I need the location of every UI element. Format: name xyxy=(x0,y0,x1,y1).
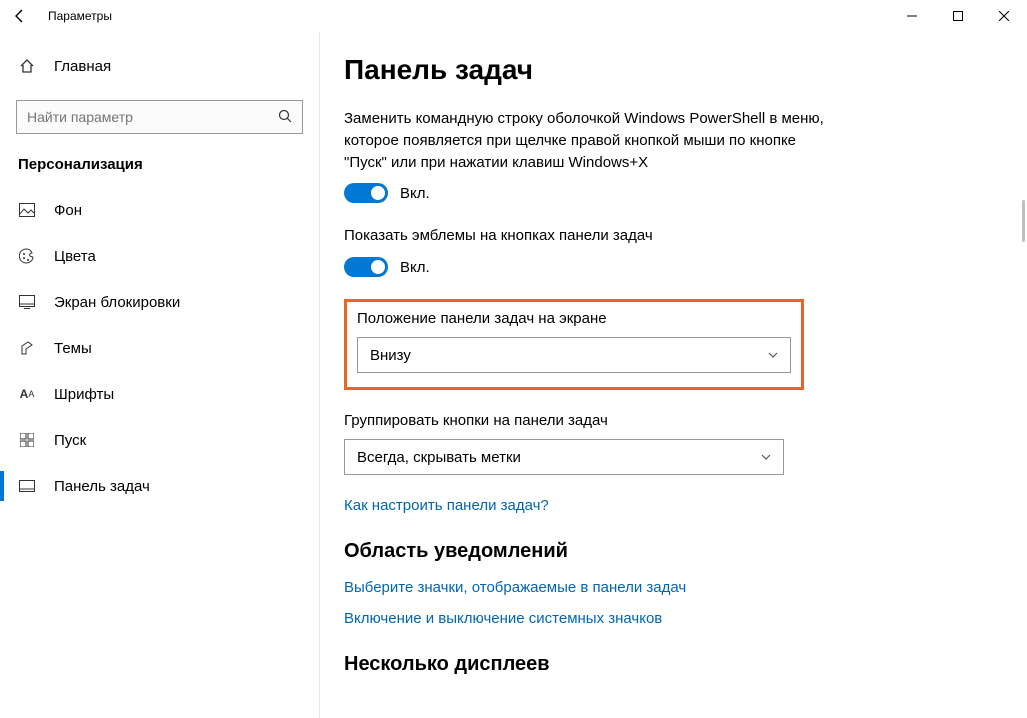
section-title: Персонализация xyxy=(0,152,319,187)
fonts-icon: AA xyxy=(18,387,36,401)
dropdown-label: Положение панели задач на экране xyxy=(357,310,791,327)
dropdown-value: Всегда, скрывать метки xyxy=(357,449,521,466)
page-title: Панель задач xyxy=(344,54,1003,86)
sidebar-item-colors[interactable]: Цвета xyxy=(0,233,319,279)
subheading-notification-area: Область уведомлений xyxy=(344,540,1003,563)
toggle-badges[interactable] xyxy=(344,257,388,277)
chevron-down-icon xyxy=(761,451,771,463)
sidebar-item-label: Экран блокировки xyxy=(54,294,180,311)
palette-icon xyxy=(18,248,36,264)
dropdown-value: Внизу xyxy=(370,347,411,364)
highlighted-setting: Положение панели задач на экране Внизу xyxy=(344,299,804,390)
minimize-button[interactable] xyxy=(889,0,935,32)
dropdown-taskbar-position[interactable]: Внизу xyxy=(357,337,791,373)
sidebar-item-label: Пуск xyxy=(54,432,86,449)
link-system-icons[interactable]: Включение и выключение системных значков xyxy=(344,610,1003,627)
sidebar-item-lockscreen[interactable]: Экран блокировки xyxy=(0,279,319,325)
sidebar-item-fonts[interactable]: AA Шрифты xyxy=(0,371,319,417)
start-icon xyxy=(18,433,36,447)
picture-icon xyxy=(18,203,36,217)
taskbar-icon xyxy=(18,480,36,492)
sidebar-item-label: Цвета xyxy=(54,248,96,265)
arrow-left-icon xyxy=(12,8,28,24)
main-content: Панель задач Заменить командную строку о… xyxy=(320,32,1027,718)
sidebar-item-label: Фон xyxy=(54,202,82,219)
toggle-powershell[interactable] xyxy=(344,183,388,203)
toggle-state-label: Вкл. xyxy=(400,259,430,276)
search-box[interactable] xyxy=(16,100,303,134)
link-select-icons[interactable]: Выберите значки, отображаемые в панели з… xyxy=(344,579,1003,596)
toggle-state-label: Вкл. xyxy=(400,185,430,202)
maximize-icon xyxy=(953,11,963,21)
help-link[interactable]: Как настроить панели задач? xyxy=(344,497,1003,514)
sidebar-item-label: Шрифты xyxy=(54,386,114,403)
title-bar: Параметры xyxy=(0,0,1027,32)
minimize-icon xyxy=(907,11,917,21)
sidebar-item-label: Панель задач xyxy=(54,478,150,495)
sidebar-item-background[interactable]: Фон xyxy=(0,187,319,233)
sidebar-item-label: Темы xyxy=(54,340,92,357)
dropdown-group-buttons[interactable]: Всегда, скрывать метки xyxy=(344,439,784,475)
dropdown-label: Группировать кнопки на панели задач xyxy=(344,412,824,429)
close-button[interactable] xyxy=(981,0,1027,32)
subheading-multiple-displays: Несколько дисплеев xyxy=(344,653,1003,676)
scrollbar-thumb[interactable] xyxy=(1022,200,1025,242)
sidebar-item-themes[interactable]: Темы xyxy=(0,325,319,371)
setting-group-buttons: Группировать кнопки на панели задач Всег… xyxy=(344,412,824,475)
window-title: Параметры xyxy=(40,9,112,23)
search-icon xyxy=(278,109,292,126)
setting-powershell: Заменить командную строку оболочкой Wind… xyxy=(344,108,824,203)
close-icon xyxy=(999,11,1009,21)
sidebar: Главная Персонализация Фон Цвета Экран б… xyxy=(0,32,320,718)
setting-badges: Показать эмблемы на кнопках панели задач… xyxy=(344,225,824,277)
back-button[interactable] xyxy=(0,0,40,32)
home-label: Главная xyxy=(54,58,111,75)
setting-description: Показать эмблемы на кнопках панели задач xyxy=(344,225,824,247)
home-icon xyxy=(18,58,36,74)
home-nav[interactable]: Главная xyxy=(0,44,319,88)
maximize-button[interactable] xyxy=(935,0,981,32)
lockscreen-icon xyxy=(18,295,36,309)
setting-description: Заменить командную строку оболочкой Wind… xyxy=(344,108,824,173)
sidebar-item-taskbar[interactable]: Панель задач xyxy=(0,463,319,509)
sidebar-item-start[interactable]: Пуск xyxy=(0,417,319,463)
chevron-down-icon xyxy=(768,349,778,361)
themes-icon xyxy=(18,340,36,356)
search-input[interactable] xyxy=(27,109,278,125)
